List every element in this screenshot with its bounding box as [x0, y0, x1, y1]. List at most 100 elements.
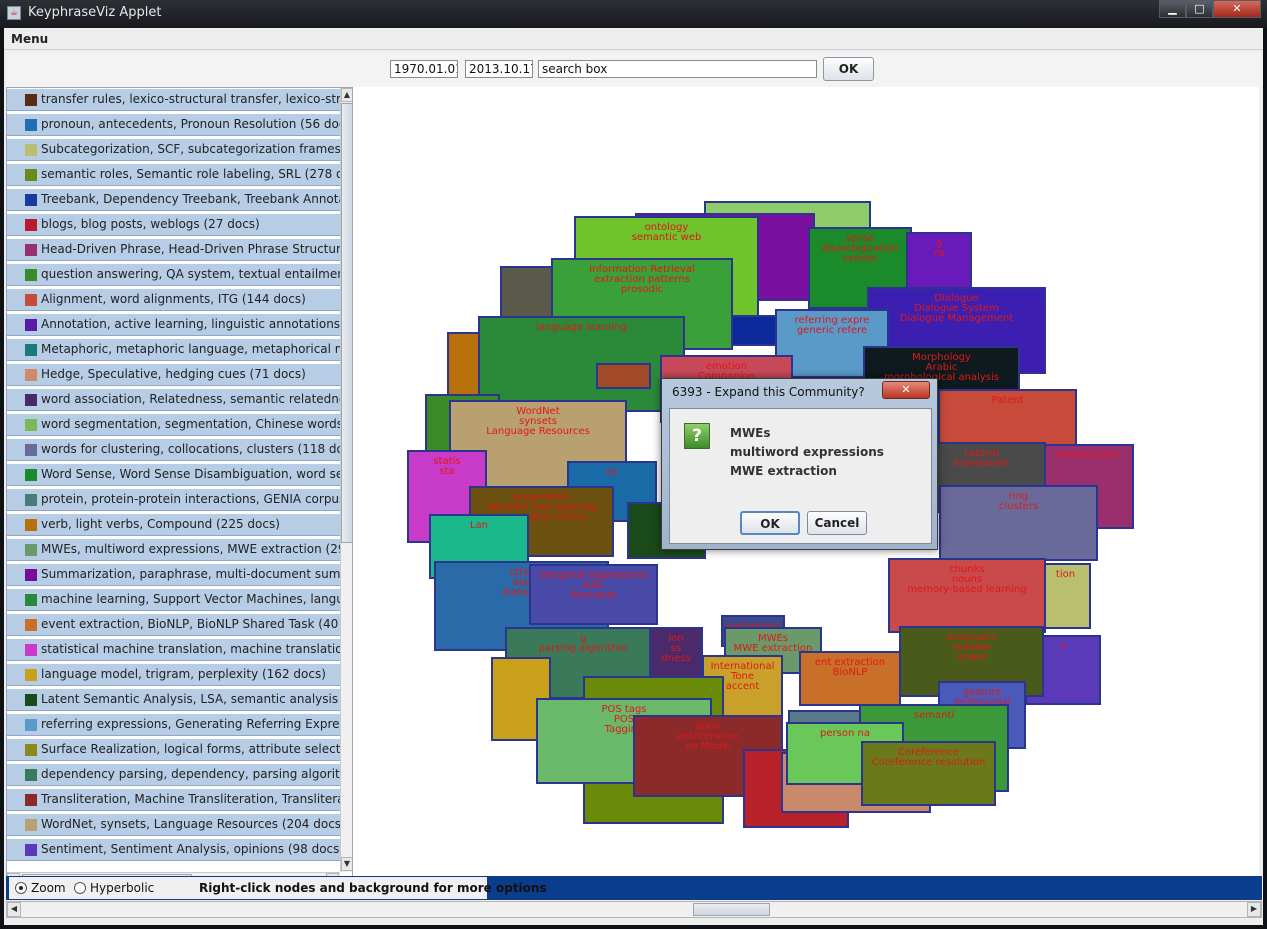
view-mode-controls: Zoom Hyperbolic Right-click nodes and ba… [9, 877, 547, 899]
list-item[interactable]: Subcategorization, SCF, subcategorizatio… [7, 138, 340, 161]
list-item-label: event extraction, BioNLP, BioNLP Shared … [41, 617, 340, 631]
list-item[interactable]: Transliteration, Machine Transliteration… [7, 788, 340, 811]
node-label: Head-Driven [1056, 450, 1119, 461]
dialog-cancel-button[interactable]: Cancel [807, 511, 867, 535]
community-node[interactable]: chunks nouns memory-based learning [888, 558, 1046, 633]
node-label: semanti [913, 710, 955, 721]
close-window-button[interactable]: ✕ [1213, 0, 1261, 18]
color-swatch [25, 94, 37, 106]
list-item[interactable]: semantic roles, Semantic role labeling, … [7, 163, 340, 186]
close-icon[interactable]: ✕ [882, 381, 930, 399]
community-node[interactable]: tion [1040, 563, 1091, 629]
community-node[interactable]: language learning [478, 316, 685, 412]
list-item[interactable]: dependency parsing, dependency, parsing … [7, 763, 340, 786]
list-item-label: pronoun, antecedents, Pronoun Resolution… [41, 117, 340, 131]
minimize-button[interactable]: ▁ [1159, 0, 1186, 18]
color-swatch [25, 819, 37, 831]
date-to-field[interactable]: 2013.10.17. [465, 60, 533, 78]
window-title: KeyphraseViz Applet [28, 5, 162, 20]
scroll-up-arrow-icon[interactable]: ▲ [341, 88, 352, 102]
list-item[interactable]: verb, light verbs, Compound (225 docs) [7, 513, 340, 536]
list-item[interactable]: Summarization, paraphrase, multi-documen… [7, 563, 340, 586]
community-node[interactable] [596, 363, 651, 389]
zoom-radio[interactable] [15, 882, 27, 894]
list-item-label: word association, Relatedness, semantic … [41, 392, 340, 406]
list-vertical-scrollbar[interactable]: ▲ ▼ [340, 88, 352, 872]
community-node[interactable]: g ns [906, 232, 972, 294]
list-item[interactable]: WordNet, synsets, Language Resources (20… [7, 813, 340, 836]
main-horizontal-thumb[interactable] [693, 903, 770, 916]
color-swatch [25, 769, 37, 781]
applet-frame: Menu 1970.01.01. 2013.10.17. search box … [4, 28, 1263, 925]
node-label: Language Resources [486, 426, 590, 437]
list-item[interactable]: statistical machine translation, machine… [7, 638, 340, 661]
node-label: Patent [991, 395, 1024, 406]
node-label: prosodic [620, 284, 664, 295]
search-ok-button[interactable]: OK [823, 57, 874, 81]
search-input[interactable]: search box [538, 60, 817, 78]
node-label: senses [842, 253, 878, 264]
community-node[interactable]: temporal expressions AAC forecasts [529, 564, 658, 625]
list-item[interactable]: Word Sense, Word Sense Disambiguation, w… [7, 463, 340, 486]
main-horizontal-scrollbar[interactable]: ◀ ▶ [6, 901, 1262, 918]
color-swatch [25, 344, 37, 356]
list-item[interactable]: Treebank, Dependency Treebank, Treebank … [7, 188, 340, 211]
color-swatch [25, 169, 37, 181]
list-item[interactable]: words for clustering, collocations, clus… [7, 438, 340, 461]
list-item[interactable]: event extraction, BioNLP, BioNLP Shared … [7, 613, 340, 636]
java-icon: ☕ [7, 6, 21, 20]
menu-item-menu[interactable]: Menu [11, 32, 48, 46]
node-label: parsing algorithm [538, 643, 628, 654]
scroll-down-arrow-icon[interactable]: ▼ [341, 857, 352, 871]
hyperbolic-radio[interactable] [74, 882, 86, 894]
menubar: Menu [4, 28, 1263, 50]
list-item[interactable]: referring expressions, Generating Referr… [7, 713, 340, 736]
list-item[interactable]: blogs, blog posts, weblogs (27 docs) [7, 213, 340, 236]
list-item[interactable]: machine learning, Support Vector Machine… [7, 588, 340, 611]
list-item[interactable]: protein, protein-protein interactions, G… [7, 488, 340, 511]
list-item[interactable]: Annotation, active learning, linguistic … [7, 313, 340, 336]
community-node[interactable]: ring clusters [939, 485, 1098, 561]
list-vertical-thumb[interactable] [341, 103, 352, 543]
list-item-label: verb, light verbs, Compound (225 docs) [41, 517, 280, 531]
hyperbolic-label[interactable]: Hyperbolic [90, 881, 154, 895]
dialog-ok-button[interactable]: OK [740, 511, 800, 535]
dialog-title: 6393 - Expand this Community? [672, 385, 865, 399]
list-item[interactable]: pronoun, antecedents, Pronoun Resolution… [7, 113, 340, 136]
node-label: vowel [956, 652, 987, 663]
maximize-button[interactable]: □ [1186, 0, 1213, 18]
community-node[interactable]: ent extraction BioNLP [799, 651, 901, 706]
list-item[interactable]: Hedge, Speculative, hedging cues (71 doc… [7, 363, 340, 386]
node-label: clusters [998, 501, 1039, 512]
list-item[interactable]: Latent Semantic Analysis, LSA, semantic … [7, 688, 340, 711]
color-swatch [25, 844, 37, 856]
list-item[interactable]: word association, Relatedness, semantic … [7, 388, 340, 411]
list-item-label: statistical machine translation, machine… [41, 642, 340, 656]
scroll-left-arrow-icon[interactable]: ◀ [7, 902, 21, 917]
color-swatch [25, 594, 37, 606]
list-item[interactable]: question answering, QA system, textual e… [7, 263, 340, 286]
list-item[interactable]: language model, trigram, perplexity (162… [7, 663, 340, 686]
scroll-right-arrow-icon[interactable]: ▶ [1247, 902, 1261, 917]
zoom-label[interactable]: Zoom [31, 881, 66, 895]
node-label: person na [820, 728, 870, 739]
list-item-label: dependency parsing, dependency, parsing … [41, 767, 340, 781]
list-item[interactable]: transfer rules, lexico-structural transf… [7, 88, 340, 111]
list-item[interactable]: word segmentation, segmentation, Chinese… [7, 413, 340, 436]
list-item-label: protein, protein-protein interactions, G… [41, 492, 340, 506]
list-item[interactable]: MWEs, multiword expressions, MWE extract… [7, 538, 340, 561]
color-swatch [25, 294, 37, 306]
list-item[interactable]: Surface Realization, logical forms, attr… [7, 738, 340, 761]
list-item[interactable]: Head-Driven Phrase, Head-Driven Phrase S… [7, 238, 340, 261]
list-item-label: words for clustering, collocations, clus… [41, 442, 340, 456]
color-swatch [25, 269, 37, 281]
list-item[interactable]: Metaphoric, metaphoric language, metapho… [7, 338, 340, 361]
list-item[interactable]: Alignment, word alignments, ITG (144 doc… [7, 288, 340, 311]
question-icon: ? [684, 423, 710, 449]
list-item-label: Sentiment, Sentiment Analysis, opinions … [41, 842, 340, 856]
community-node[interactable]: Coreference Coreference resolution [861, 741, 996, 806]
list-item-label: blogs, blog posts, weblogs (27 docs) [41, 217, 260, 231]
date-from-field[interactable]: 1970.01.01. [390, 60, 458, 78]
list-item-label: question answering, QA system, textual e… [41, 267, 340, 281]
list-item[interactable]: Sentiment, Sentiment Analysis, opinions … [7, 838, 340, 861]
